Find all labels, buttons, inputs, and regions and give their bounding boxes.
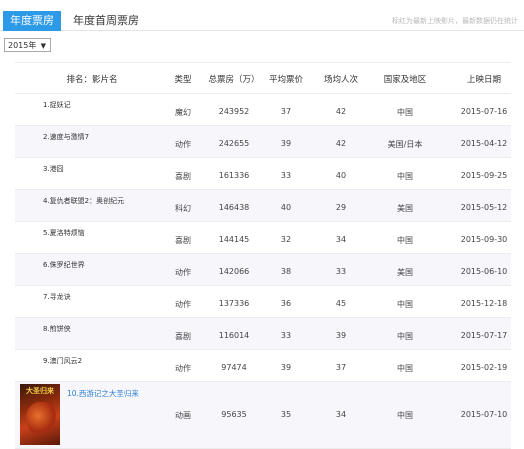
cell-date: 2015-04-12 bbox=[460, 139, 508, 148]
cell-date: 2015-07-10 bbox=[460, 410, 508, 419]
table-row[interactable]: 4.复仇者联盟2：奥创纪元科幻 146438 40 29 美国 2015-05-12 bbox=[15, 190, 511, 222]
cell-region: 中国 bbox=[397, 411, 413, 420]
col-header-date: 上映日期 bbox=[466, 75, 502, 85]
cell-type: 动作 bbox=[175, 300, 191, 309]
cell-region: 美国 bbox=[397, 268, 413, 277]
cell-type: 动作 bbox=[175, 140, 191, 149]
movie-name[interactable]: 6.侏罗纪世界 bbox=[43, 260, 85, 270]
movie-name[interactable]: 3.港囧 bbox=[43, 164, 64, 174]
cell-total-box: 116014 bbox=[218, 331, 250, 340]
cell-type: 喜剧 bbox=[175, 332, 191, 341]
col-header-avg-price: 平均票价 bbox=[268, 75, 304, 85]
cell-avg-price: 33 bbox=[280, 171, 292, 180]
cell-avg-price: 33 bbox=[280, 331, 292, 340]
cell-avg-price: 36 bbox=[280, 299, 292, 308]
cell-per-show: 42 bbox=[335, 107, 347, 116]
cell-total-box: 242655 bbox=[218, 139, 250, 148]
tab-first-week-box-office[interactable]: 年度首周票房 bbox=[73, 12, 139, 30]
cell-region: 中国 bbox=[397, 332, 413, 341]
cell-per-show: 42 bbox=[335, 139, 347, 148]
cell-per-show: 39 bbox=[335, 331, 347, 340]
cell-total-box: 243952 bbox=[218, 107, 250, 116]
cell-region: 美国/日本 bbox=[387, 140, 423, 149]
year-select-value: 2015年 bbox=[8, 41, 37, 50]
cell-avg-price: 39 bbox=[280, 139, 292, 148]
col-header-total-box: 总票房（万） bbox=[208, 75, 260, 85]
cell-date: 2015-06-10 bbox=[460, 267, 508, 276]
cell-type: 科幻 bbox=[175, 204, 191, 213]
cell-type: 魔幻 bbox=[175, 108, 191, 117]
table-row[interactable]: 9.澳门风云2 动作 97474 39 37 中国 2015-02-19 bbox=[15, 350, 511, 382]
year-select[interactable]: 2015年 ▼ bbox=[4, 38, 51, 52]
col-header-region: 国家及地区 bbox=[383, 75, 427, 85]
col-header-rank-name: 排名：影片名 bbox=[66, 75, 118, 85]
movie-name[interactable]: 10.西游记之大圣归来 bbox=[67, 388, 139, 399]
poster-title: 大圣归来 bbox=[26, 387, 54, 395]
cell-total-box: 146438 bbox=[218, 203, 250, 212]
cell-region: 美国 bbox=[397, 204, 413, 213]
cell-avg-price: 35 bbox=[280, 410, 292, 419]
cell-date: 2015-05-12 bbox=[460, 203, 508, 212]
table-row[interactable]: 2.速度与激情7 动作 242655 39 42 美国/日本 2015-04-12 bbox=[15, 126, 511, 158]
cell-type: 动作 bbox=[175, 364, 191, 373]
cell-avg-price: 39 bbox=[280, 363, 292, 372]
cell-per-show: 34 bbox=[335, 235, 347, 244]
cell-avg-price: 37 bbox=[280, 107, 292, 116]
cell-type: 喜剧 bbox=[175, 236, 191, 245]
cell-type: 动画 bbox=[175, 411, 191, 420]
cell-region: 中国 bbox=[397, 108, 413, 117]
cell-per-show: 40 bbox=[335, 171, 347, 180]
table-row[interactable]: 6.侏罗纪世界动作 142066 38 33 美国 2015-06-10 bbox=[15, 254, 511, 286]
cell-date: 2015-02-19 bbox=[460, 363, 508, 372]
cell-total-box: 142066 bbox=[218, 267, 250, 276]
cell-region: 中国 bbox=[397, 364, 413, 373]
cell-per-show: 34 bbox=[335, 410, 347, 419]
cell-total-box: 95635 bbox=[221, 410, 247, 419]
table-header: 排名：影片名 类型 总票房（万） 平均票价 场均人次 国家及地区 上映日期 bbox=[15, 63, 511, 94]
poster-art bbox=[26, 402, 56, 436]
movie-name[interactable]: 4.复仇者联盟2：奥创纪元 bbox=[43, 196, 124, 206]
movie-name[interactable]: 7.寻龙诀 bbox=[43, 292, 71, 302]
table-row[interactable]: 8.煎饼侠喜剧 116014 33 39 中国 2015-07-17 bbox=[15, 318, 511, 350]
hint-text: 标红为最新上映影片，最新数据仍在统计 bbox=[392, 17, 518, 25]
cell-region: 中国 bbox=[397, 236, 413, 245]
cell-total-box: 161336 bbox=[218, 171, 250, 180]
tab-bar: 年度票房 年度首周票房 标红为最新上映影片，最新数据仍在统计 bbox=[0, 0, 524, 31]
movie-name[interactable]: 5.夏洛特烦恼 bbox=[43, 228, 85, 238]
cell-date: 2015-07-17 bbox=[460, 331, 508, 340]
cell-date: 2015-09-30 bbox=[460, 235, 508, 244]
cell-total-box: 97474 bbox=[221, 363, 247, 372]
cell-region: 中国 bbox=[397, 172, 413, 181]
cell-region: 中国 bbox=[397, 300, 413, 309]
cell-per-show: 33 bbox=[335, 267, 347, 276]
cell-avg-price: 32 bbox=[280, 235, 292, 244]
table-row[interactable]: 7.寻龙诀动作 137336 36 45 中国 2015-12-18 bbox=[15, 286, 511, 318]
tab-annual-box-office[interactable]: 年度票房 bbox=[3, 11, 61, 31]
cell-total-box: 137336 bbox=[218, 299, 250, 308]
box-office-table: 排名：影片名 类型 总票房（万） 平均票价 场均人次 国家及地区 上映日期 1.… bbox=[15, 62, 511, 449]
movie-name[interactable]: 1.捉妖记 bbox=[43, 100, 71, 110]
cell-avg-price: 38 bbox=[280, 267, 292, 276]
cell-date: 2015-07-16 bbox=[460, 107, 508, 116]
movie-poster[interactable]: 大圣归来 bbox=[20, 384, 60, 445]
movie-name[interactable]: 8.煎饼侠 bbox=[43, 324, 71, 334]
cell-type: 喜剧 bbox=[175, 172, 191, 181]
cell-date: 2015-12-18 bbox=[460, 299, 508, 308]
cell-per-show: 29 bbox=[335, 203, 347, 212]
table-row[interactable]: 1.捉妖记魔幻 243952 37 42 中国 2015-07-16 bbox=[15, 94, 511, 126]
cell-avg-price: 40 bbox=[280, 203, 292, 212]
chevron-down-icon: ▼ bbox=[40, 42, 46, 50]
table-row[interactable]: 5.夏洛特烦恼喜剧 144145 32 34 中国 2015-09-30 bbox=[15, 222, 511, 254]
movie-name[interactable]: 9.澳门风云2 bbox=[43, 356, 82, 366]
cell-type: 动作 bbox=[175, 268, 191, 277]
cell-total-box: 144145 bbox=[218, 235, 250, 244]
movie-name[interactable]: 2.速度与激情7 bbox=[43, 132, 89, 142]
table-row[interactable]: 3.港囧喜剧 161336 33 40 中国 2015-09-25 bbox=[15, 158, 511, 190]
table-row[interactable]: 大圣归来 10.西游记之大圣归来动画 95635 35 34 中国 2015-07-10 bbox=[15, 382, 511, 449]
cell-per-show: 37 bbox=[335, 363, 347, 372]
cell-date: 2015-09-25 bbox=[460, 171, 508, 180]
col-header-per-show: 场均人次 bbox=[323, 75, 359, 85]
col-header-type: 类型 bbox=[174, 75, 192, 85]
cell-per-show: 45 bbox=[335, 299, 347, 308]
